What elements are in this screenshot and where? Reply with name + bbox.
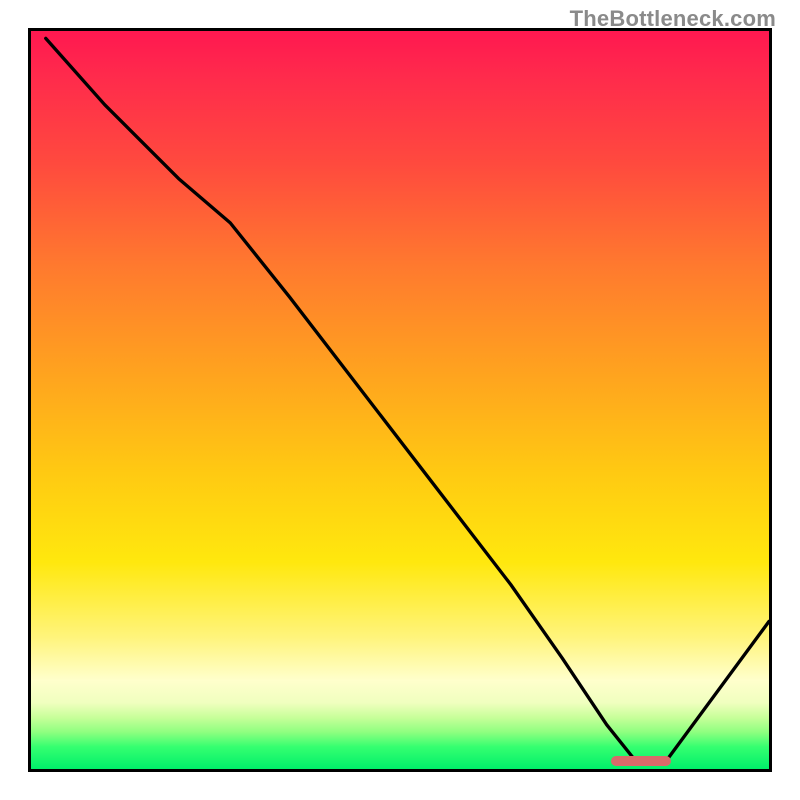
bottleneck-curve [31, 31, 769, 769]
optimal-range-marker [611, 756, 671, 766]
watermark-text: TheBottleneck.com [570, 6, 776, 32]
chart-frame [28, 28, 772, 772]
curve-path [46, 38, 769, 761]
